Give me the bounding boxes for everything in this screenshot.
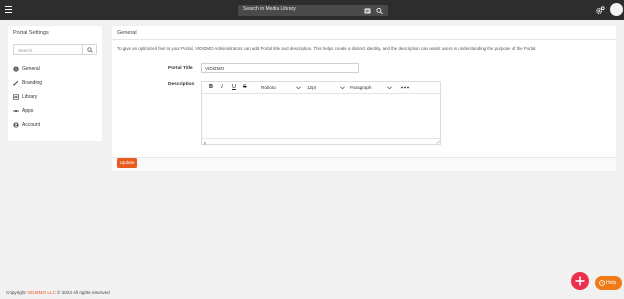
top-bar: Search in Media Library: [0, 0, 624, 20]
sidebar-item-label: Apps: [22, 107, 34, 114]
update-button[interactable]: Update: [117, 158, 137, 168]
bold-button[interactable]: B: [209, 84, 213, 90]
library-icon: [13, 94, 19, 100]
block-format-select[interactable]: Paragraph: [350, 84, 392, 92]
sidebar-item-label: General: [22, 65, 40, 72]
help-label: Help: [606, 279, 617, 286]
panel-title: Portal Settings: [13, 30, 49, 36]
strikethrough-button[interactable]: S: [243, 84, 247, 90]
chevron-down-icon: [387, 86, 392, 89]
search-icon: [87, 47, 93, 53]
portal-title-input[interactable]: VIDIZMO: [201, 63, 359, 73]
settings-search-input[interactable]: Search: [13, 44, 97, 55]
filter-icon[interactable]: [364, 7, 371, 15]
question-circle-icon: ?: [599, 279, 605, 286]
search-placeholder: Search in Media Library: [243, 6, 296, 12]
plus-icon: [575, 276, 585, 286]
sidebar-item-label: Account: [22, 121, 41, 128]
copyright-prefix: Copyright: [6, 290, 27, 295]
font-family-value: Roboto: [261, 85, 276, 90]
sidebar-item-branding[interactable]: Branding: [13, 78, 97, 88]
portal-title-value: VIDIZMO: [205, 66, 225, 72]
card-header: General: [112, 26, 616, 40]
font-family-select[interactable]: Roboto: [261, 84, 301, 92]
description-label: Description: [168, 81, 195, 87]
card-footer: [112, 157, 616, 171]
menu-icon[interactable]: [5, 6, 12, 14]
element-path: p: [204, 139, 207, 145]
more-options-icon[interactable]: [401, 86, 409, 89]
description-text-area[interactable]: [202, 94, 441, 138]
account-icon: [13, 122, 19, 128]
info-icon: [13, 66, 19, 72]
help-button[interactable]: ? Help: [595, 276, 622, 290]
portal-settings-panel: Portal Settings Search General Branding …: [8, 26, 102, 141]
copyright-text: Copyright VIDIZMO LLC © 2024 All rights …: [6, 290, 110, 295]
settings-search-button[interactable]: [82, 45, 96, 55]
settings-search-placeholder: Search: [18, 47, 33, 53]
sidebar-item-general[interactable]: General: [13, 64, 97, 74]
sidebar-item-label: Library: [22, 93, 38, 100]
apps-icon: [13, 109, 19, 113]
block-format-value: Paragraph: [350, 85, 372, 90]
font-size-select[interactable]: 12pt: [307, 84, 345, 92]
avatar[interactable]: [610, 3, 623, 16]
font-size-value: 12pt: [307, 85, 316, 90]
sidebar-item-library[interactable]: Library: [13, 92, 97, 102]
editor-statusbar: p: [202, 138, 441, 145]
copyright-suffix: © 2024 All rights reserved: [55, 290, 110, 295]
search-icon[interactable]: [376, 7, 383, 15]
brush-icon: [13, 80, 19, 86]
add-fab-button[interactable]: [571, 272, 589, 290]
media-search-input[interactable]: Search in Media Library: [238, 5, 388, 16]
settings-icon[interactable]: [596, 6, 605, 15]
resize-handle-icon[interactable]: [436, 140, 440, 144]
description-editor: B I U S Roboto 12pt Paragraph p: [201, 81, 441, 145]
portal-title-label: Portal Title: [168, 65, 193, 71]
page-title: General: [117, 30, 137, 36]
sidebar-item-label: Branding: [22, 79, 43, 86]
underline-button[interactable]: U: [232, 84, 236, 90]
general-settings-card: General To give an optimized feel to you…: [112, 26, 616, 171]
sidebar-item-account[interactable]: Account: [13, 120, 97, 130]
chevron-down-icon: [340, 86, 345, 89]
copyright-brand-link[interactable]: VIDIZMO LLC: [27, 290, 56, 295]
italic-button[interactable]: I: [221, 84, 223, 90]
general-description-text: To give an optimized feel to your Portal…: [117, 46, 537, 51]
sidebar-item-apps[interactable]: Apps: [13, 106, 97, 116]
chevron-down-icon: [296, 86, 301, 89]
editor-toolbar: B I U S Roboto 12pt Paragraph: [202, 82, 441, 94]
